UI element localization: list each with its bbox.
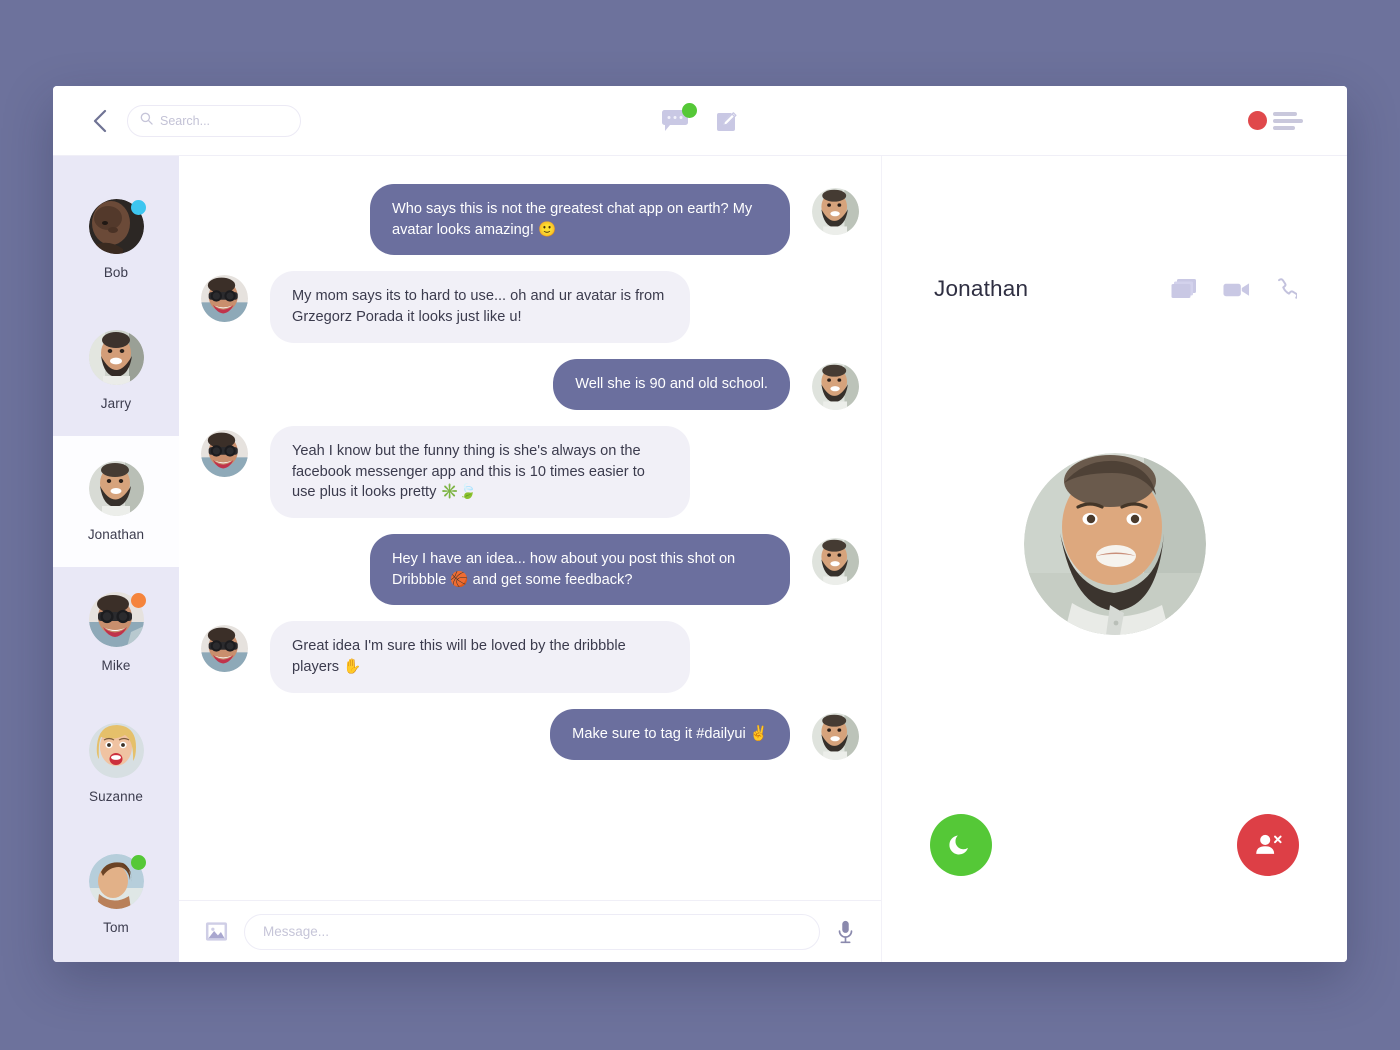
avatar <box>812 188 859 235</box>
sidebar-item-mike[interactable]: Mike <box>53 567 179 698</box>
unread-badge-dot <box>682 102 697 118</box>
message-bubble-outgoing: Hey I have an idea... how about you post… <box>370 534 790 606</box>
avatar-wrap <box>88 461 144 516</box>
message-composer <box>179 900 881 962</box>
message-bubble-incoming: Great idea I'm sure this will be loved b… <box>270 621 690 693</box>
profile-actions <box>1171 278 1299 300</box>
message-bubble-outgoing: Well she is 90 and old school. <box>553 358 790 410</box>
chat-app-window: Bob <box>53 86 1347 962</box>
user-block-icon <box>1256 834 1282 854</box>
message-row: Make sure to tag it #dailyui ✌️ <box>201 708 859 760</box>
page-title: Jonathan <box>934 276 1029 301</box>
sidebar-item-bob[interactable]: Bob <box>53 174 179 305</box>
topbar-center-actions <box>661 102 739 133</box>
avatar <box>201 429 248 477</box>
status-dot-online <box>130 855 146 870</box>
avatar-wrap <box>88 330 144 385</box>
profile-menu-icon[interactable] <box>1248 111 1303 130</box>
avatar <box>201 275 248 323</box>
app-body: Bob Jarry Jonathan Mike Suzanne Tom Who … <box>53 156 1347 962</box>
avatar <box>1248 111 1267 130</box>
profile-header: Jonathan <box>882 156 1347 302</box>
sidebar-item-jonathan[interactable]: Jonathan <box>53 436 179 567</box>
message-row: Great idea I'm sure this will be loved b… <box>201 621 859 693</box>
sidebar-item-label: Mike <box>101 658 131 673</box>
avatar-wrap <box>88 592 146 647</box>
avatar <box>812 538 859 586</box>
moon-icon <box>949 835 968 855</box>
status-dot-away <box>130 200 146 215</box>
search-icon <box>140 112 153 130</box>
message-row: Yeah I know but the funny thing is she's… <box>201 425 859 519</box>
sidebar-item-label: Jonathan <box>87 527 145 542</box>
message-list: Who says this is not the greatest chat a… <box>179 156 881 900</box>
chat-panel: Who says this is not the greatest chat a… <box>179 156 882 962</box>
gallery-icon[interactable] <box>1171 278 1197 300</box>
message-bubble-incoming: Yeah I know but the funny thing is she's… <box>270 425 690 519</box>
menu-lines-icon <box>1273 111 1303 130</box>
avatar <box>88 461 144 516</box>
search-input[interactable] <box>160 113 288 128</box>
sidebar-item-label: Jarry <box>100 396 132 411</box>
avatar <box>812 362 859 410</box>
mute-button[interactable] <box>930 814 992 876</box>
message-bubble-incoming: My mom says its to hard to use... oh and… <box>270 271 690 343</box>
microphone-icon[interactable] <box>836 920 855 944</box>
chevron-left-icon <box>93 109 106 132</box>
message-row: Well she is 90 and old school. <box>201 358 859 410</box>
profile-panel: Jonathan <box>882 156 1347 962</box>
message-input[interactable] <box>244 913 820 950</box>
status-dot-busy <box>130 593 146 608</box>
sidebar-item-label: Bob <box>103 265 129 280</box>
profile-avatar-wrap <box>882 302 1347 814</box>
block-button[interactable] <box>1237 814 1299 876</box>
top-bar <box>53 86 1347 156</box>
message-row: My mom says its to hard to use... oh and… <box>201 271 859 343</box>
avatar <box>1023 453 1206 635</box>
sidebar-item-tom[interactable]: Tom <box>53 829 179 960</box>
avatar <box>812 712 859 760</box>
message-row: Who says this is not the greatest chat a… <box>201 184 859 256</box>
profile-footer-actions <box>882 814 1347 962</box>
sidebar-item-jarry[interactable]: Jarry <box>53 305 179 436</box>
sidebar-item-label: Tom <box>103 920 129 935</box>
avatar-wrap <box>88 199 146 254</box>
avatar <box>88 330 144 385</box>
search-box[interactable] <box>127 104 301 137</box>
sidebar-item-label: Suzanne <box>89 789 143 804</box>
avatar-wrap <box>88 854 146 909</box>
message-row: Hey I have an idea... how about you post… <box>201 534 859 606</box>
phone-icon[interactable] <box>1276 278 1299 300</box>
avatar <box>88 723 144 778</box>
image-attach-icon[interactable] <box>205 920 228 943</box>
video-camera-icon[interactable] <box>1223 280 1250 299</box>
contacts-sidebar[interactable]: Bob Jarry Jonathan Mike Suzanne Tom <box>53 156 179 962</box>
message-bubble-outgoing: Who says this is not the greatest chat a… <box>370 184 790 256</box>
back-button[interactable] <box>79 101 119 141</box>
compose-icon[interactable] <box>715 109 739 133</box>
avatar <box>201 625 248 673</box>
chat-bubble-icon[interactable] <box>661 102 697 133</box>
message-bubble-outgoing: Make sure to tag it #dailyui ✌️ <box>550 708 790 760</box>
avatar-wrap <box>88 723 144 778</box>
sidebar-item-suzanne[interactable]: Suzanne <box>53 698 179 829</box>
